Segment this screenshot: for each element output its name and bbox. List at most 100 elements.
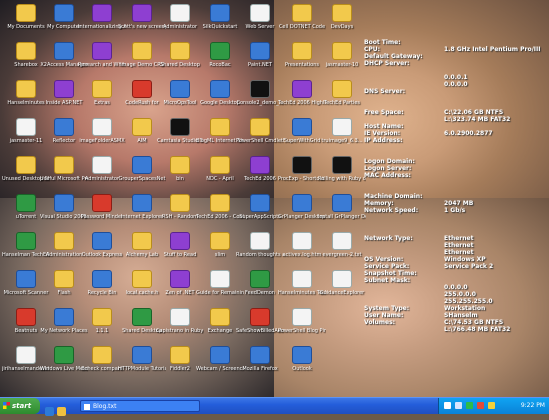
outlook-quicklaunch-icon[interactable]	[57, 407, 66, 416]
bginfo-key: Host Name:	[364, 123, 404, 130]
bginfo-value: 2047 MB	[444, 200, 474, 207]
icon-label: PowerShell CmdletHelp	[236, 138, 284, 144]
tray-volume-icon[interactable]	[455, 402, 462, 409]
feeddemon-icon[interactable]: FeedDemon	[236, 270, 284, 310]
internet-explorer-glyph-icon	[132, 194, 152, 212]
console2-glyph-icon	[250, 80, 270, 98]
httpmodule-glyph-icon	[132, 346, 152, 364]
administrator-glyph-icon	[92, 156, 112, 174]
live-messenger-glyph-icon	[54, 346, 74, 364]
bginfo-row-spacer4	[364, 144, 544, 151]
bginfo-key: System Type:	[364, 305, 410, 312]
tray-messenger-icon[interactable]	[466, 402, 473, 409]
teched2006-icon[interactable]: TechEd 2006	[236, 156, 284, 196]
start-button[interactable]: start	[0, 398, 40, 414]
devdays-glyph-icon	[332, 4, 352, 22]
flash-glyph-icon	[54, 270, 74, 288]
bginfo-value: 1 Gb/s	[444, 207, 466, 214]
install-grplanger-icon[interactable]: Install GrPlanger Desktop Login	[318, 194, 366, 234]
bginfo-row-logon-server: Logon Server:	[364, 165, 544, 172]
sharebox-glyph-icon	[16, 42, 36, 60]
bginfo-value: Ethernet	[444, 235, 474, 242]
truimage-icon[interactable]: truimage9_6.3...	[318, 118, 366, 158]
silkquickstart-glyph-icon	[210, 4, 230, 22]
rsh-random-glyph-icon	[170, 194, 190, 212]
ie-quicklaunch-icon[interactable]	[45, 407, 54, 416]
bginfo-value: Workstation	[444, 305, 486, 312]
icon-label: TechEd 2006	[244, 176, 276, 182]
microsoft-scanner-glyph-icon	[16, 270, 36, 288]
web-server-glyph-icon	[250, 4, 270, 22]
bginfo-row-boot-time: Boot Time:	[364, 39, 544, 46]
bginfo-key: Logon Server:	[364, 165, 412, 172]
rolling-ruby-icon[interactable]: Rolling with Ruby on InstantRails.wmv	[318, 156, 366, 196]
bginfo-key: MAC Address:	[364, 172, 411, 179]
bginfo-row-ie-version: IE Version: 6.0.2900.2877	[364, 130, 544, 137]
start-label: start	[12, 402, 32, 410]
teched-parties-icon[interactable]: TechEd Parties	[318, 80, 366, 120]
jasmaster10-icon[interactable]: jasmaster-10	[318, 42, 366, 82]
bginfo-value: 255.0.0.0	[444, 291, 476, 298]
guidance-explorer-icon[interactable]: GuidanceExplorer	[318, 270, 366, 310]
bginfo-row-subnet-mask: Subnet Mask:	[364, 277, 544, 284]
tray-network-icon[interactable]	[444, 402, 451, 409]
outlook-icon[interactable]: Outlook	[278, 346, 326, 386]
task-label: Blog.txt	[93, 403, 117, 410]
bginfo-row-free-space: Free Space: C:\22.06 GB NTFS	[364, 109, 544, 116]
administration-glyph-icon	[54, 232, 74, 250]
evergreen-icon[interactable]: evergreen-2.txt	[318, 232, 366, 272]
icon-label: SafeShowBilledAdmin	[236, 328, 284, 334]
devdays-icon[interactable]: DevDays	[318, 4, 366, 44]
coderush-glyph-icon	[132, 80, 152, 98]
safeshow-icon[interactable]: SafeShowBilledAdmin	[236, 308, 284, 348]
research-glyph-icon	[92, 42, 112, 60]
bginfo-value: Service Pack 2	[444, 263, 494, 270]
random-thoughts-icon[interactable]: Random thoughts about AnkhSV...	[236, 232, 284, 272]
teched2006-glyph-icon	[250, 156, 270, 174]
bginfo-panel: Boot Time: CPU: 1.8 GHz Intel Pentium Pro/…	[364, 39, 544, 333]
bginfo-row-ip-address: IP Address:	[364, 137, 544, 144]
taskbar-button-blog[interactable]: Blog.txt	[80, 400, 200, 412]
windows-flag-icon	[3, 402, 10, 409]
bginfo-key: IE Version:	[364, 130, 401, 137]
bginfo-row-spacer8	[364, 214, 544, 221]
webcam-glyph-icon	[210, 346, 230, 364]
blog-pimp-icon[interactable]: PowerShell Blog Pimp Extension	[278, 308, 326, 348]
bginfo-value: SHanselm	[444, 312, 478, 319]
bginfo-row-spacer2	[364, 95, 544, 102]
paintnet-icon[interactable]: Paint.NET	[236, 42, 284, 82]
tray-update-icon[interactable]	[488, 402, 495, 409]
icon-label: evergreen-2.txt	[322, 252, 362, 258]
bginfo-value: Ethernet	[444, 242, 474, 249]
microopstool-glyph-icon	[170, 80, 190, 98]
notepad-icon	[84, 404, 90, 410]
tray-security-icon[interactable]	[477, 402, 484, 409]
bginfo-value: Ethernet	[444, 249, 474, 256]
superappscripts-glyph-icon	[250, 194, 270, 212]
clock[interactable]: 9:22 PM	[521, 398, 545, 414]
bginfo-key: CPU:	[364, 46, 381, 53]
bginfo-row-network-type3: Ethernet	[364, 249, 544, 256]
superappscripts-icon[interactable]: SuperAppScripts	[236, 194, 284, 234]
stuff-to-read-glyph-icon	[170, 232, 190, 250]
console2-icon[interactable]: Console2_demo_...	[236, 80, 284, 120]
bginfo-row-machine-domain: Machine Domain:	[364, 193, 544, 200]
taskbar: start Blog.txt 9:22 PM	[0, 397, 549, 416]
administrator2-glyph-icon	[170, 4, 190, 22]
activex-log-glyph-icon	[292, 232, 312, 250]
bginfo-row-spacer1	[364, 67, 544, 74]
utorrent-glyph-icon	[16, 194, 36, 212]
my-computer-glyph-icon	[54, 4, 74, 22]
firefox-icon[interactable]: Mozilla Firefox	[236, 346, 284, 386]
firefox-glyph-icon	[250, 346, 270, 364]
rocobac-glyph-icon	[210, 42, 230, 60]
icon-label: PowerShell Blog Pimp Extension	[278, 328, 326, 334]
powershell-icon[interactable]: PowerShell CmdletHelp	[236, 118, 284, 158]
bginfo-row-snapshot-time: Snapshot Time:	[364, 270, 544, 277]
guidance-explorer-glyph-icon	[332, 270, 352, 288]
bginfo-key: Network Speed:	[364, 207, 419, 214]
quick-launch-bar	[45, 401, 69, 416]
icon-label: jasmaster-10	[325, 62, 359, 68]
icon-label: Console2_demo_...	[236, 100, 284, 106]
web-server-icon[interactable]: Web Server	[236, 4, 284, 44]
